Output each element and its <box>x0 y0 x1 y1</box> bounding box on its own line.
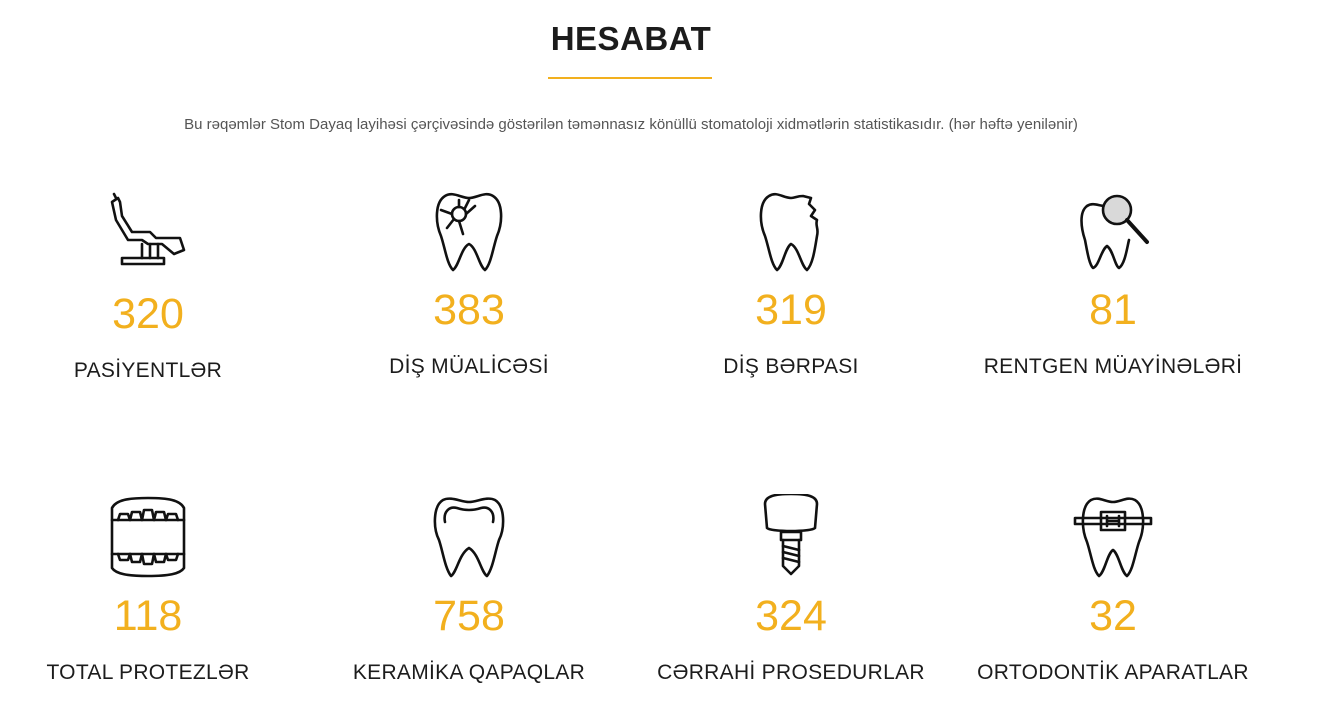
tooth-crown-icon <box>429 494 509 578</box>
stat-label: ORTODONTİK APARATLAR <box>977 661 1249 684</box>
stat-label: PASİYENTLƏR <box>73 359 223 382</box>
stat-value: 319 <box>755 286 827 334</box>
stat-value: 32 <box>1089 592 1137 640</box>
tooth-braces-icon <box>1073 494 1153 578</box>
page-subtitle: Bu rəqəmlər Stom Dayaq layihəsi çərçivəs… <box>184 116 1078 133</box>
stat-value: 324 <box>755 592 827 640</box>
stat-label: TOTAL PROTEZLƏR <box>46 661 250 684</box>
stat-value: 320 <box>112 290 184 338</box>
stat-value: 383 <box>433 286 505 334</box>
tooth-caries-icon <box>429 188 509 272</box>
stat-value: 758 <box>433 592 505 640</box>
stat-label: CƏRRAHİ PROSEDURLAR <box>657 661 925 684</box>
stat-label: DİŞ BƏRPASI <box>723 355 859 378</box>
dental-chair-icon <box>108 192 188 276</box>
stat-value: 118 <box>113 592 183 640</box>
stat-label: KERAMİKA QAPAQLAR <box>352 661 586 684</box>
dental-implant-icon <box>751 494 831 578</box>
title-underline <box>548 77 712 79</box>
broken-tooth-icon <box>751 188 831 272</box>
stat-label: RENTGEN MÜAYİNƏLƏRİ <box>983 355 1243 378</box>
tooth-magnifier-icon <box>1073 188 1153 272</box>
dentures-icon <box>108 494 188 578</box>
page-title: HESABAT <box>550 20 712 57</box>
stat-label: DİŞ MÜALİCƏSİ <box>389 355 549 378</box>
stat-value: 81 <box>1089 286 1137 334</box>
